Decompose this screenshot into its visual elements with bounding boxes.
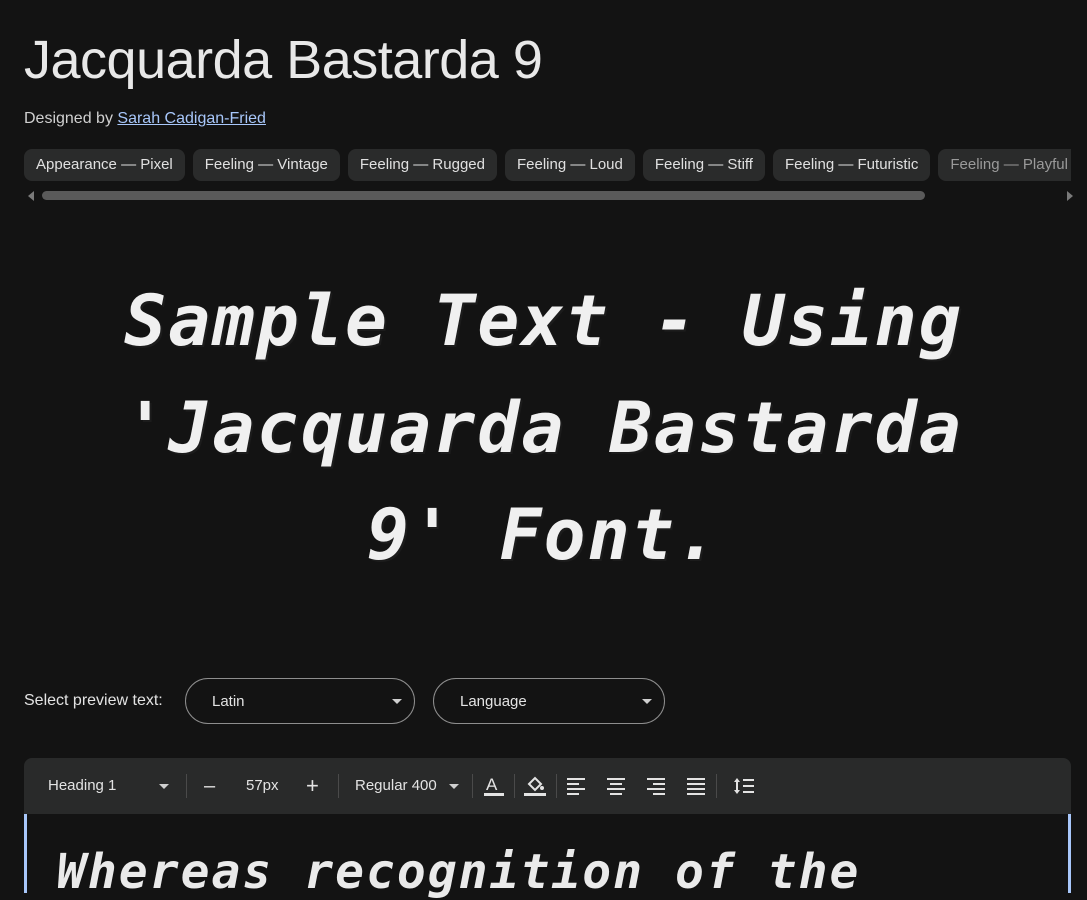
style-select[interactable]: Heading 1 [48, 758, 169, 814]
chevron-down-icon [642, 699, 652, 704]
tag-chip[interactable]: Feeling — Playful [938, 149, 1071, 181]
designed-by-label: Designed by [24, 110, 113, 127]
align-right-icon[interactable] [645, 775, 667, 797]
line-height-icon[interactable] [733, 775, 755, 797]
tag-chip[interactable]: Feeling — Vintage [192, 149, 340, 181]
weight-select[interactable]: Regular 400 [355, 758, 459, 814]
align-center-icon[interactable] [605, 775, 627, 797]
toolbar-divider [186, 774, 187, 798]
scroll-right-arrow-icon[interactable] [1067, 191, 1073, 201]
sample-text: Sample Text - Using 'Jacquarda Bastarda … [124, 280, 963, 576]
toolbar-divider [338, 774, 339, 798]
chevron-down-icon [448, 783, 459, 789]
style-select-value: Heading 1 [48, 777, 117, 794]
chevron-down-icon [158, 783, 169, 789]
editor-toolbar: Heading 1 – 57px + Regular 400 A [24, 758, 1071, 814]
svg-text:A: A [486, 775, 498, 794]
toolbar-divider [514, 774, 515, 798]
toolbar-divider [716, 774, 717, 798]
script-dropdown-value: Latin [212, 693, 245, 710]
text-color-icon[interactable]: A [483, 774, 505, 798]
increase-size-button[interactable]: + [306, 758, 319, 814]
tag-chip[interactable]: Feeling — Loud [504, 149, 635, 181]
toolbar-divider [472, 774, 473, 798]
script-dropdown[interactable]: Latin [185, 678, 415, 724]
font-size-value[interactable]: 57px [246, 758, 279, 814]
tag-chip[interactable]: Feeling — Rugged [347, 149, 497, 181]
align-left-icon[interactable] [565, 775, 587, 797]
preview-text-label: Select preview text: [24, 692, 163, 709]
scrollbar-thumb[interactable] [42, 191, 925, 200]
language-dropdown-value: Language [460, 693, 527, 710]
tag-chip[interactable]: Feeling — Stiff [642, 149, 765, 181]
tag-list: Appearance — Pixel Feeling — Vintage Feeli… [24, 149, 1071, 181]
highlight-color-icon[interactable] [523, 774, 547, 798]
designer-link[interactable]: Sarah Cadigan-Fried [117, 110, 266, 127]
weight-select-value: Regular 400 [355, 777, 437, 794]
tags-scrollbar[interactable] [24, 190, 1073, 202]
decrease-size-button[interactable]: – [204, 758, 215, 814]
editor-text[interactable]: Whereas recognition of the [57, 844, 860, 900]
preview-editor[interactable]: Whereas recognition of the [24, 814, 1071, 900]
align-justify-icon[interactable] [685, 775, 707, 797]
chevron-down-icon [392, 699, 402, 704]
tag-chip[interactable]: Feeling — Futuristic [772, 149, 931, 181]
toolbar-divider [556, 774, 557, 798]
font-title: Jacquarda Bastarda 9 [24, 30, 543, 90]
scroll-left-arrow-icon[interactable] [28, 191, 34, 201]
tag-chip[interactable]: Appearance — Pixel [24, 149, 185, 181]
language-dropdown[interactable]: Language [433, 678, 665, 724]
designer-line: Designed by Sarah Cadigan-Fried [24, 110, 266, 128]
